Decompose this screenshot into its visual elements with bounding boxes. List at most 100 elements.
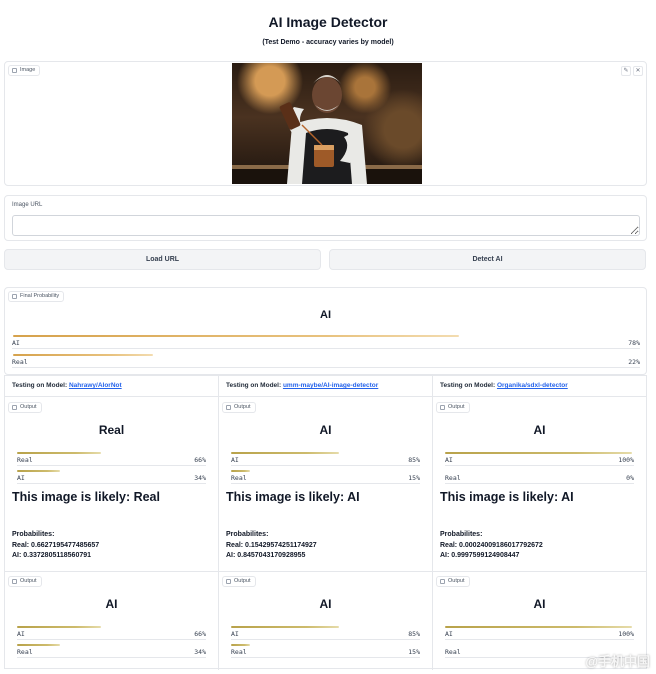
output-tag: Output xyxy=(436,576,470,587)
close-icon[interactable]: ✕ xyxy=(633,66,643,76)
probabilities-line: Real: 0.15429574251174927 xyxy=(226,541,317,549)
row-divider xyxy=(445,639,634,640)
detect-ai-button[interactable]: Detect AI xyxy=(329,249,646,270)
model-header: Testing on Model: Nahrawy/AIorNot xyxy=(5,376,218,397)
probability-row-pct: 34% xyxy=(194,648,206,656)
probabilities-line: Probabilites: xyxy=(226,531,269,538)
final-result: AI xyxy=(320,309,331,321)
probability-row-label: AI xyxy=(231,630,239,638)
probabilities-line: AI: 0.3372805118560791 xyxy=(12,552,92,559)
output-label: Output xyxy=(448,404,465,410)
output-result: AI xyxy=(533,597,546,611)
probability-bar xyxy=(17,626,101,628)
probabilities-line: Real: 0.6627195477485657 xyxy=(12,541,100,549)
probability-bar xyxy=(17,470,60,472)
probability-row-pct: 85% xyxy=(408,630,420,638)
probability-bar xyxy=(17,452,101,454)
probability-row-pct: 78% xyxy=(628,339,640,347)
probability-row-label: Real xyxy=(231,474,247,482)
probability-row-label: Real xyxy=(445,474,461,482)
row-divider xyxy=(17,483,206,484)
output-label: Output xyxy=(448,578,465,584)
image-upload-panel[interactable]: Image ✎ ✕ xyxy=(4,61,647,186)
output-tag: Output xyxy=(222,402,256,413)
probability-row-label: AI xyxy=(231,456,239,464)
probability-row-label: AI xyxy=(17,630,25,638)
row-divider xyxy=(231,483,420,484)
probability-row-pct: 15% xyxy=(408,648,420,656)
model-link[interactable]: Nahrawy/AIorNot xyxy=(69,382,122,389)
page-subtitle: (Test Demo - accuracy varies by model) xyxy=(262,39,394,46)
probability-row-label: AI xyxy=(17,474,25,482)
probability-row-label: AI xyxy=(445,630,453,638)
section-divider xyxy=(219,571,432,572)
row-divider xyxy=(231,465,420,466)
row-divider xyxy=(17,657,206,658)
probability-bar xyxy=(17,644,60,646)
probabilities-text: Probabilites: Real: 0.15429574251174927 AI… xyxy=(226,530,317,562)
probability-row-label: AI xyxy=(445,456,453,464)
probability-bar xyxy=(231,470,250,472)
row-divider xyxy=(12,367,640,368)
probability-row-pct: 34% xyxy=(194,474,206,482)
output-label: Output xyxy=(20,578,37,584)
model-column: Testing on Model: Nahrawy/AIorNot Output R… xyxy=(5,376,219,670)
output-tag: Output xyxy=(8,576,42,587)
probability-row-label: AI xyxy=(12,339,20,347)
output-tag: Output xyxy=(436,402,470,413)
model-column: Testing on Model: Organika/sdxl-detector… xyxy=(433,376,646,670)
probability-row-pct: 66% xyxy=(194,456,206,464)
probability-bar xyxy=(13,335,459,337)
row-divider xyxy=(231,657,420,658)
probability-bar xyxy=(445,626,632,628)
section-divider xyxy=(5,571,218,572)
likely-verdict: This image is likely: AI xyxy=(226,490,360,504)
probability-bar xyxy=(13,354,153,356)
output-tag: Output xyxy=(8,402,42,413)
final-probability-tag: Final Probability xyxy=(8,291,65,302)
probability-row-pct: 100% xyxy=(618,630,634,638)
likely-verdict: This image is likely: Real xyxy=(12,490,160,504)
row-divider xyxy=(445,483,634,484)
page-title: AI Image Detector xyxy=(268,14,388,30)
probabilities-text: Probabilites: Real: 0.6627195477485657 AI:… xyxy=(12,530,99,562)
output-result: Real xyxy=(98,423,125,437)
label-icon xyxy=(12,405,17,410)
label-icon xyxy=(440,579,445,584)
output-label: Output xyxy=(234,404,251,410)
model-results-grid: Testing on Model: Nahrawy/AIorNot Output R… xyxy=(4,375,647,670)
row-divider xyxy=(17,639,206,640)
output-label: Output xyxy=(234,578,251,584)
output-label: Output xyxy=(20,404,37,410)
final-probability-label: Final Probability xyxy=(20,293,60,299)
model-prefix: Testing on Model: xyxy=(440,382,497,389)
uploaded-photo xyxy=(232,63,422,184)
output-result: AI xyxy=(319,423,332,437)
model-link[interactable]: umm-maybe/AI-image-detector xyxy=(283,382,378,389)
image-url-input[interactable] xyxy=(12,215,640,236)
load-url-button[interactable]: Load URL xyxy=(4,249,321,270)
probability-row-pct: 100% xyxy=(618,456,634,464)
label-icon xyxy=(226,405,231,410)
probabilities-line: Probabilites: xyxy=(12,531,55,538)
probability-row-pct: 22% xyxy=(628,358,640,366)
output-result: AI xyxy=(105,597,118,611)
label-icon xyxy=(226,579,231,584)
model-link[interactable]: Organika/sdxl-detector xyxy=(497,382,568,389)
image-label-tag: Image xyxy=(8,65,41,76)
probability-row-pct: 85% xyxy=(408,456,420,464)
probabilities-text: Probabilites: Real: 0.0002400918601779267… xyxy=(440,530,543,562)
image-icon xyxy=(12,68,17,73)
section-divider xyxy=(433,571,646,572)
model-column: Testing on Model: umm-maybe/AI-image-det… xyxy=(219,376,433,670)
probability-bar xyxy=(231,452,339,454)
model-header: Testing on Model: Organika/sdxl-detector xyxy=(433,376,646,397)
probability-row-label: Real xyxy=(231,648,247,656)
probabilities-line: Probabilites: xyxy=(440,531,483,538)
probabilities-line: Real: 0.00024009186017792672 xyxy=(440,541,543,549)
pencil-icon[interactable]: ✎ xyxy=(621,66,631,76)
probability-row-pct: 15% xyxy=(408,474,420,482)
label-icon xyxy=(440,405,445,410)
row-divider xyxy=(231,639,420,640)
likely-verdict: This image is likely: AI xyxy=(440,490,574,504)
